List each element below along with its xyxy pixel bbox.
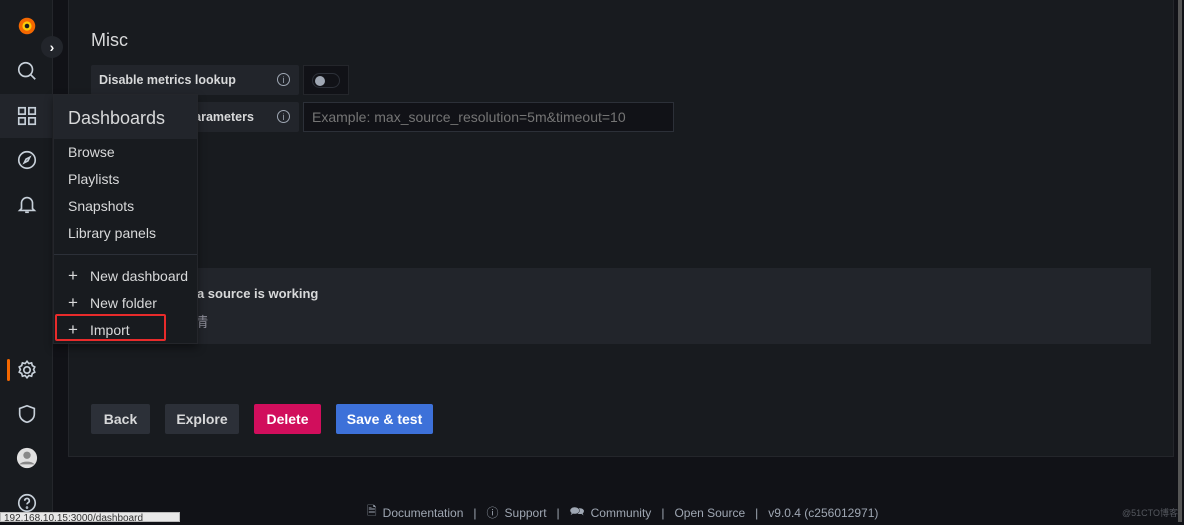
delete-button[interactable]: Delete (254, 404, 321, 434)
open-source-link[interactable]: Open Source (674, 506, 745, 520)
avatar[interactable] (0, 436, 53, 480)
document-icon: 🗎 (367, 504, 377, 518)
menu-item-browse[interactable]: Browse (68, 144, 115, 160)
disable-metrics-toggle-container (303, 65, 349, 95)
info-icon[interactable]: i (277, 110, 290, 123)
documentation-link[interactable]: Documentation (383, 506, 464, 520)
footer: 🗎 Documentation | ⓘ Support | 🗪 Community | Op… (367, 502, 878, 523)
toggle-knob (315, 76, 325, 86)
save-test-button[interactable]: Save & test (336, 404, 433, 434)
bell-icon[interactable] (0, 182, 53, 226)
menu-item-playlists[interactable]: Playlists (68, 171, 119, 187)
scrollbar[interactable] (1178, 0, 1182, 522)
health-check-alert: Data source is working 详情 (160, 268, 1151, 344)
disable-metrics-label: Disable metrics lookup i (91, 65, 299, 95)
divider: | (473, 505, 477, 520)
dashboards-menu: Dashboards Browse Playlists Snapshots Li… (53, 94, 198, 344)
label-text: Disable metrics lookup (99, 73, 236, 87)
section-title: Misc (91, 30, 128, 50)
plus-icon: + (68, 266, 78, 285)
shield-icon[interactable] (0, 392, 53, 436)
explore-button[interactable]: Explore (165, 404, 239, 434)
watermark: @51CTO博客 (1122, 508, 1178, 518)
divider: | (556, 505, 560, 520)
support-link[interactable]: Support (505, 506, 547, 520)
divider: | (661, 505, 665, 520)
divider: | (755, 505, 759, 520)
item-label: New dashboard (90, 268, 189, 284)
custom-params-input[interactable] (303, 102, 674, 132)
menu-item-library-panels[interactable]: Library panels (68, 225, 156, 241)
question-circle-icon: ⓘ (486, 506, 499, 520)
import-highlight-box (55, 314, 166, 341)
disable-metrics-toggle[interactable] (312, 73, 340, 88)
status-bar-url: 192.168.10.15:3000/dashboard (0, 512, 180, 522)
info-icon[interactable]: i (277, 73, 290, 86)
explore-compass-icon[interactable] (0, 138, 53, 182)
community-link[interactable]: Community (591, 506, 652, 520)
menu-title[interactable]: Dashboards (54, 95, 197, 139)
version-text: v9.0.4 (c256012971) (768, 505, 879, 520)
menu-divider (54, 254, 197, 255)
item-label: New folder (90, 295, 157, 311)
dashboards-icon[interactable] (0, 94, 53, 138)
sidebar (0, 0, 53, 522)
comments-icon: 🗪 (569, 504, 585, 518)
plus-icon: + (68, 293, 78, 312)
menu-item-new-dashboard[interactable]: + New dashboard (68, 266, 188, 286)
gear-icon[interactable] (0, 348, 53, 392)
back-button[interactable]: Back (91, 404, 150, 434)
menu-item-snapshots[interactable]: Snapshots (68, 198, 134, 214)
menu-item-new-folder[interactable]: + New folder (68, 293, 157, 313)
expand-sidebar-button[interactable]: › (41, 36, 63, 58)
